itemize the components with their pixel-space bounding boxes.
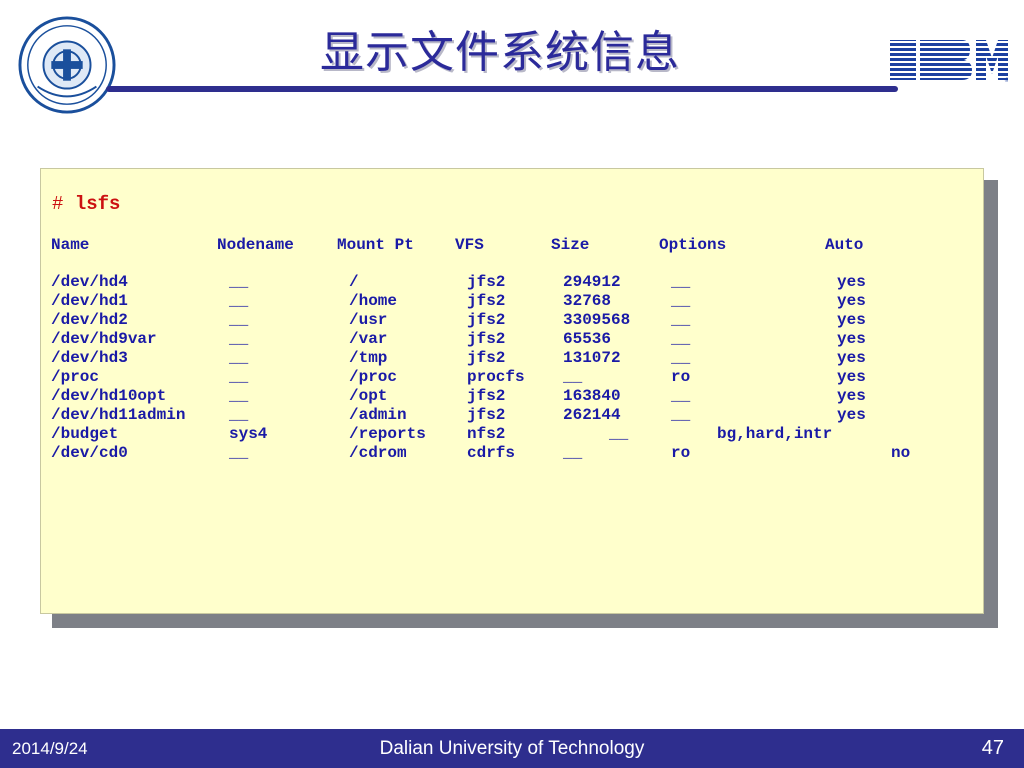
row-7-mount: /opt (349, 387, 388, 405)
command-line: # lsfs (52, 193, 120, 215)
row-2-mount: /home (349, 292, 398, 310)
row-8-size: 262144 (563, 406, 621, 424)
header-auto: Auto (825, 236, 864, 254)
row-6-auto: yes (837, 368, 866, 386)
row-8-vfs: jfs2 (467, 406, 506, 424)
row-7-size: 163840 (563, 387, 621, 405)
row-1-vfs: jfs2 (467, 273, 506, 291)
row-3-nodename: __ (229, 311, 249, 329)
row-10-mount: /cdrom (349, 444, 407, 462)
row-5-options: __ (671, 349, 691, 367)
header-name: Name (51, 236, 90, 254)
row-8-mount: /admin (349, 406, 407, 424)
row-2-size: 32768 (563, 292, 612, 310)
row-1-nodename: __ (229, 273, 249, 291)
row-10-nodename: __ (229, 444, 249, 462)
row-9-name: /budget (51, 425, 119, 443)
row-4-mount: /var (349, 330, 388, 348)
row-8-auto: yes (837, 406, 866, 424)
header-options: Options (659, 236, 727, 254)
title-underline-bar (106, 86, 898, 92)
row-9-mount: /reports (349, 425, 426, 443)
row-1-auto: yes (837, 273, 866, 291)
row-7-name: /dev/hd10opt (51, 387, 167, 405)
row-3-options: __ (671, 311, 691, 329)
row-1-name: /dev/hd4 (51, 273, 128, 291)
slide-title: 显示文件系统信息 (320, 27, 680, 78)
row-4-name: /dev/hd9var (51, 330, 157, 348)
row-3-size: 3309568 (563, 311, 631, 329)
row-1-size: 294912 (563, 273, 621, 291)
row-2-options: __ (671, 292, 691, 310)
header-nodename: Nodename (217, 236, 294, 254)
row-4-options: __ (671, 330, 691, 348)
row-5-nodename: __ (229, 349, 249, 367)
row-6-options: ro (671, 368, 691, 386)
header-size: Size (551, 236, 590, 254)
row-8-options: __ (671, 406, 691, 424)
footer-bar: 2014/9/24 Dalian University of Technolog… (0, 729, 1024, 768)
row-7-vfs: jfs2 (467, 387, 506, 405)
page-number: 47 (981, 737, 1004, 759)
row-7-options: __ (671, 387, 691, 405)
row-5-auto: yes (837, 349, 866, 367)
row-9-options: bg,hard,intr (717, 425, 833, 443)
university-seal-logo (18, 16, 116, 114)
row-10-vfs: cdrfs (467, 444, 516, 462)
row-6-vfs: procfs (467, 368, 525, 386)
row-5-vfs: jfs2 (467, 349, 506, 367)
row-9-nodename: sys4 (229, 425, 268, 443)
row-5-size: 131072 (563, 349, 621, 367)
row-1-mount: / (349, 273, 359, 291)
command-text: lsfs (74, 193, 121, 215)
row-3-mount: /usr (349, 311, 388, 329)
header-mount-pt: Mount Pt (337, 236, 414, 254)
row-10-name: /dev/cd0 (51, 444, 128, 462)
terminal-output-box: # lsfs Name Nodename Mount Pt VFS Size O… (40, 168, 984, 614)
row-3-vfs: jfs2 (467, 311, 506, 329)
row-6-mount: /proc (349, 368, 398, 386)
row-2-auto: yes (837, 292, 866, 310)
row-4-nodename: __ (229, 330, 249, 348)
row-2-vfs: jfs2 (467, 292, 506, 310)
row-10-options: ro (671, 444, 691, 462)
footer-institution: Dalian University of Technology (379, 738, 645, 759)
row-2-nodename: __ (229, 292, 249, 310)
row-4-vfs: jfs2 (467, 330, 506, 348)
row-4-auto: yes (837, 330, 866, 348)
row-4-size: 65536 (563, 330, 612, 348)
header-vfs: VFS (455, 236, 484, 254)
row-8-name: /dev/hd11admin (51, 406, 186, 424)
row-7-nodename: __ (229, 387, 249, 405)
row-8-nodename: __ (229, 406, 249, 424)
row-5-mount: /tmp (349, 349, 388, 367)
row-10-size: __ (563, 444, 583, 462)
row-1-options: __ (671, 273, 691, 291)
svg-text:®: ® (1004, 77, 1008, 84)
row-6-name: /proc (51, 368, 100, 386)
shell-prompt: # (52, 193, 64, 215)
row-9-size: __ (609, 425, 629, 443)
row-7-auto: yes (837, 387, 866, 405)
row-3-name: /dev/hd2 (51, 311, 128, 329)
row-2-name: /dev/hd1 (51, 292, 128, 310)
ibm-logo: ® (890, 40, 1008, 84)
row-3-auto: yes (837, 311, 866, 329)
row-9-vfs: nfs2 (467, 425, 506, 443)
row-6-size: __ (563, 368, 583, 386)
row-10-auto: no (891, 444, 911, 462)
row-5-name: /dev/hd3 (51, 349, 128, 367)
row-6-nodename: __ (229, 368, 249, 386)
